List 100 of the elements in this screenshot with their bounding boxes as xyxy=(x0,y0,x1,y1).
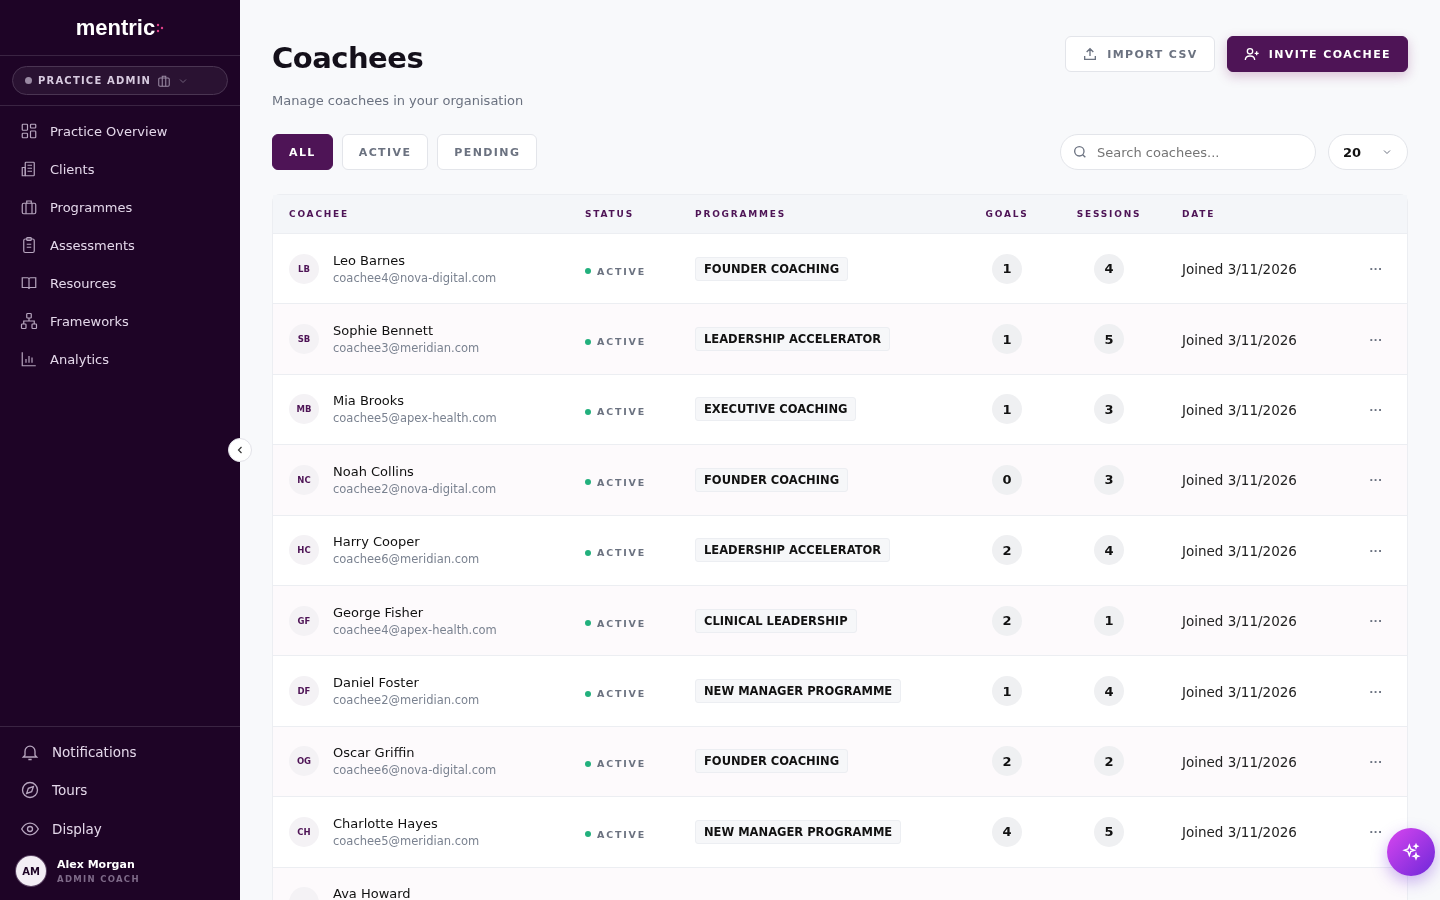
coachee-name[interactable]: Ava Howard xyxy=(333,886,411,900)
goals-count: 2 xyxy=(992,605,1022,636)
nav-item[interactable]: Notifications xyxy=(0,732,240,771)
collapse-button[interactable] xyxy=(228,438,252,462)
coachee-name[interactable]: Noah Collins xyxy=(333,463,497,479)
joined-date: Joined 3/11/2026 xyxy=(1182,542,1297,559)
coachee-email: coachee4@apex-health.com xyxy=(333,622,497,637)
page-size-select[interactable]: 20 xyxy=(1328,134,1408,170)
coachee-email: coachee4@nova-digital.com xyxy=(333,270,497,285)
coachee-name[interactable]: Mia Brooks xyxy=(333,393,497,409)
nav-item[interactable]: Analytics xyxy=(0,340,240,378)
more-button[interactable]: ··· xyxy=(1369,824,1383,840)
coachee-email: coachee6@nova-digital.com xyxy=(333,763,497,778)
coachee-name[interactable]: Leo Barnes xyxy=(333,252,497,268)
goals-count: 1 xyxy=(992,253,1022,284)
coachee-name[interactable]: Harry Cooper xyxy=(333,534,480,550)
nav-item[interactable]: Practice Overview xyxy=(0,112,240,150)
goals-count: 2 xyxy=(992,535,1022,566)
add-user-icon xyxy=(1243,46,1260,62)
search-field[interactable]: Search coachees... xyxy=(1060,134,1316,170)
book-icon xyxy=(20,274,38,292)
more-button[interactable]: ··· xyxy=(1369,613,1383,629)
status-dot-icon xyxy=(25,77,32,84)
programme-tag: FOUNDER COACHING xyxy=(695,749,849,774)
role-switcher[interactable]: PRACTICE ADMIN xyxy=(12,66,228,95)
goals-count: 4 xyxy=(992,816,1022,847)
more-button[interactable]: ··· xyxy=(1369,472,1383,488)
status-label: ACTIVE xyxy=(585,406,646,418)
goals-count: 1 xyxy=(992,324,1022,355)
column-header: DATE xyxy=(1181,209,1217,219)
status-label: ACTIVE xyxy=(585,265,646,277)
avatar: HC xyxy=(289,535,319,566)
more-button[interactable]: ··· xyxy=(1369,401,1383,417)
goals-count: 2 xyxy=(992,746,1022,777)
more-button[interactable]: ··· xyxy=(1369,753,1383,769)
coachee-name[interactable]: Daniel Foster xyxy=(333,675,480,691)
coachee-name[interactable]: Sophie Bennett xyxy=(333,323,480,339)
upload-icon xyxy=(1082,46,1099,62)
joined-date: Joined 3/11/2026 xyxy=(1182,613,1297,630)
import-button[interactable]: IMPORT CSV xyxy=(1065,36,1215,72)
coachee-name[interactable]: Oscar Griffin xyxy=(333,745,497,761)
goals-count: 1 xyxy=(992,394,1022,425)
goals-count: 0 xyxy=(992,464,1022,495)
avatar: OG xyxy=(289,746,319,777)
sessions-count: 5 xyxy=(1094,816,1124,847)
invite-button[interactable]: INVITE COACHEE xyxy=(1226,36,1408,72)
coachee-name[interactable]: Charlotte Hayes xyxy=(333,815,480,831)
logo[interactable]: mentric xyxy=(75,14,156,41)
programme-tag: NEW MANAGER PROGRAMME xyxy=(695,679,902,704)
assistant-button[interactable] xyxy=(1387,828,1435,876)
filter-tab[interactable]: ALL xyxy=(272,134,333,170)
programme-tag: NEW MANAGER PROGRAMME xyxy=(695,819,902,844)
briefcase-icon xyxy=(20,198,38,216)
user-avatar[interactable]: AM xyxy=(16,856,46,886)
programme-tag: FOUNDER COACHING xyxy=(695,256,849,281)
more-button[interactable]: ··· xyxy=(1369,542,1383,558)
sessions-count: 2 xyxy=(1094,746,1124,777)
bar-chart-icon xyxy=(20,350,38,368)
joined-date: Joined 3/11/2026 xyxy=(1182,401,1297,418)
joined-date: Joined 3/11/2026 xyxy=(1182,753,1297,770)
user-name: Alex Morgan xyxy=(57,858,136,871)
joined-date: Joined 3/11/2026 xyxy=(1182,472,1297,489)
programme-tag: CLINICAL LEADERSHIP xyxy=(695,608,857,633)
avatar: MB xyxy=(289,394,319,425)
joined-date: Joined 3/11/2026 xyxy=(1182,331,1297,348)
coachee-email: coachee2@meridian.com xyxy=(333,693,480,708)
nav-item[interactable]: Assessments xyxy=(0,226,240,264)
coachee-email: coachee3@meridian.com xyxy=(333,341,480,356)
page-subtitle: Manage coachees in your organisation xyxy=(272,93,524,108)
goals-count: 1 xyxy=(992,676,1022,707)
compass-icon xyxy=(20,780,40,801)
more-button[interactable]: ··· xyxy=(1369,683,1383,699)
more-button[interactable]: ··· xyxy=(1369,331,1383,347)
avatar: NC xyxy=(289,464,319,495)
column-header: COACHEE xyxy=(289,209,350,219)
clipboard-icon xyxy=(20,236,38,254)
avatar: DF xyxy=(289,676,319,707)
column-header: PROGRAMMES xyxy=(695,209,787,219)
nav-item[interactable]: Tours xyxy=(0,771,240,810)
coachee-email: coachee5@meridian.com xyxy=(333,833,480,848)
status-label: ACTIVE xyxy=(585,336,646,348)
avatar: GF xyxy=(289,605,319,636)
status-label: ACTIVE xyxy=(585,617,646,629)
nav-item[interactable]: Clients xyxy=(0,150,240,188)
nav-item[interactable]: Frameworks xyxy=(0,302,240,340)
sessions-count: 3 xyxy=(1094,464,1124,495)
coachee-email: coachee2@nova-digital.com xyxy=(333,481,497,496)
column-header: SESSIONS xyxy=(1075,209,1143,219)
filter-tab[interactable]: ACTIVE xyxy=(341,134,429,170)
nav-item[interactable]: Resources xyxy=(0,264,240,302)
coachee-name[interactable]: George Fisher xyxy=(333,604,497,620)
filter-tab[interactable]: PENDING xyxy=(437,134,538,170)
avatar: LB xyxy=(289,253,319,284)
nav-item[interactable]: Programmes xyxy=(0,188,240,226)
column-header: GOALS xyxy=(984,209,1030,219)
programme-tag: LEADERSHIP ACCELERATOR xyxy=(695,538,891,563)
hierarchy-icon xyxy=(20,312,38,330)
more-button[interactable]: ··· xyxy=(1369,261,1383,277)
nav-item[interactable]: Display xyxy=(0,809,240,848)
status-label: ACTIVE xyxy=(585,828,646,840)
